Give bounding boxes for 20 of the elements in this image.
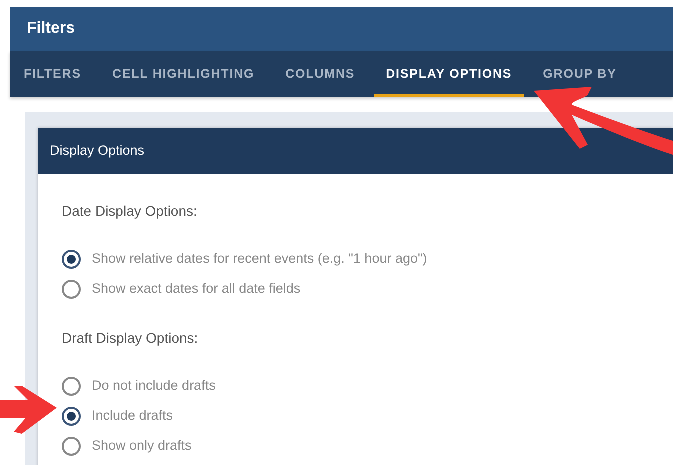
section-label: Draft Display Options: bbox=[62, 329, 200, 348]
radio-option[interactable]: Include drafts bbox=[62, 401, 174, 431]
radio-option[interactable]: Do not include drafts bbox=[62, 371, 216, 401]
tab[interactable]: FILTERS bbox=[24, 65, 82, 83]
radio-button[interactable] bbox=[62, 406, 81, 426]
tab[interactable]: GROUP BY bbox=[543, 65, 617, 83]
card-title: Display Options bbox=[50, 142, 145, 160]
radio-button[interactable] bbox=[62, 376, 81, 396]
radio-button[interactable] bbox=[62, 250, 81, 268]
tab[interactable]: CELL HIGHLIGHTING bbox=[112, 65, 255, 83]
radio-option[interactable]: Show relative dates for recent events (e.g. "1 hour ago") bbox=[62, 244, 428, 274]
radio-option[interactable]: Show only drafts bbox=[62, 431, 192, 461]
window-title: Filters bbox=[27, 19, 76, 39]
tab[interactable]: COLUMNS bbox=[286, 65, 356, 83]
radio-button[interactable] bbox=[62, 280, 81, 298]
annotation-arrow bbox=[0, 386, 57, 434]
radio-button[interactable] bbox=[62, 436, 81, 456]
tab[interactable]: DISPLAY OPTIONS bbox=[386, 65, 512, 83]
radio-option[interactable]: Show exact dates for all date fields bbox=[62, 274, 301, 304]
section-label: Date Display Options: bbox=[62, 202, 198, 221]
